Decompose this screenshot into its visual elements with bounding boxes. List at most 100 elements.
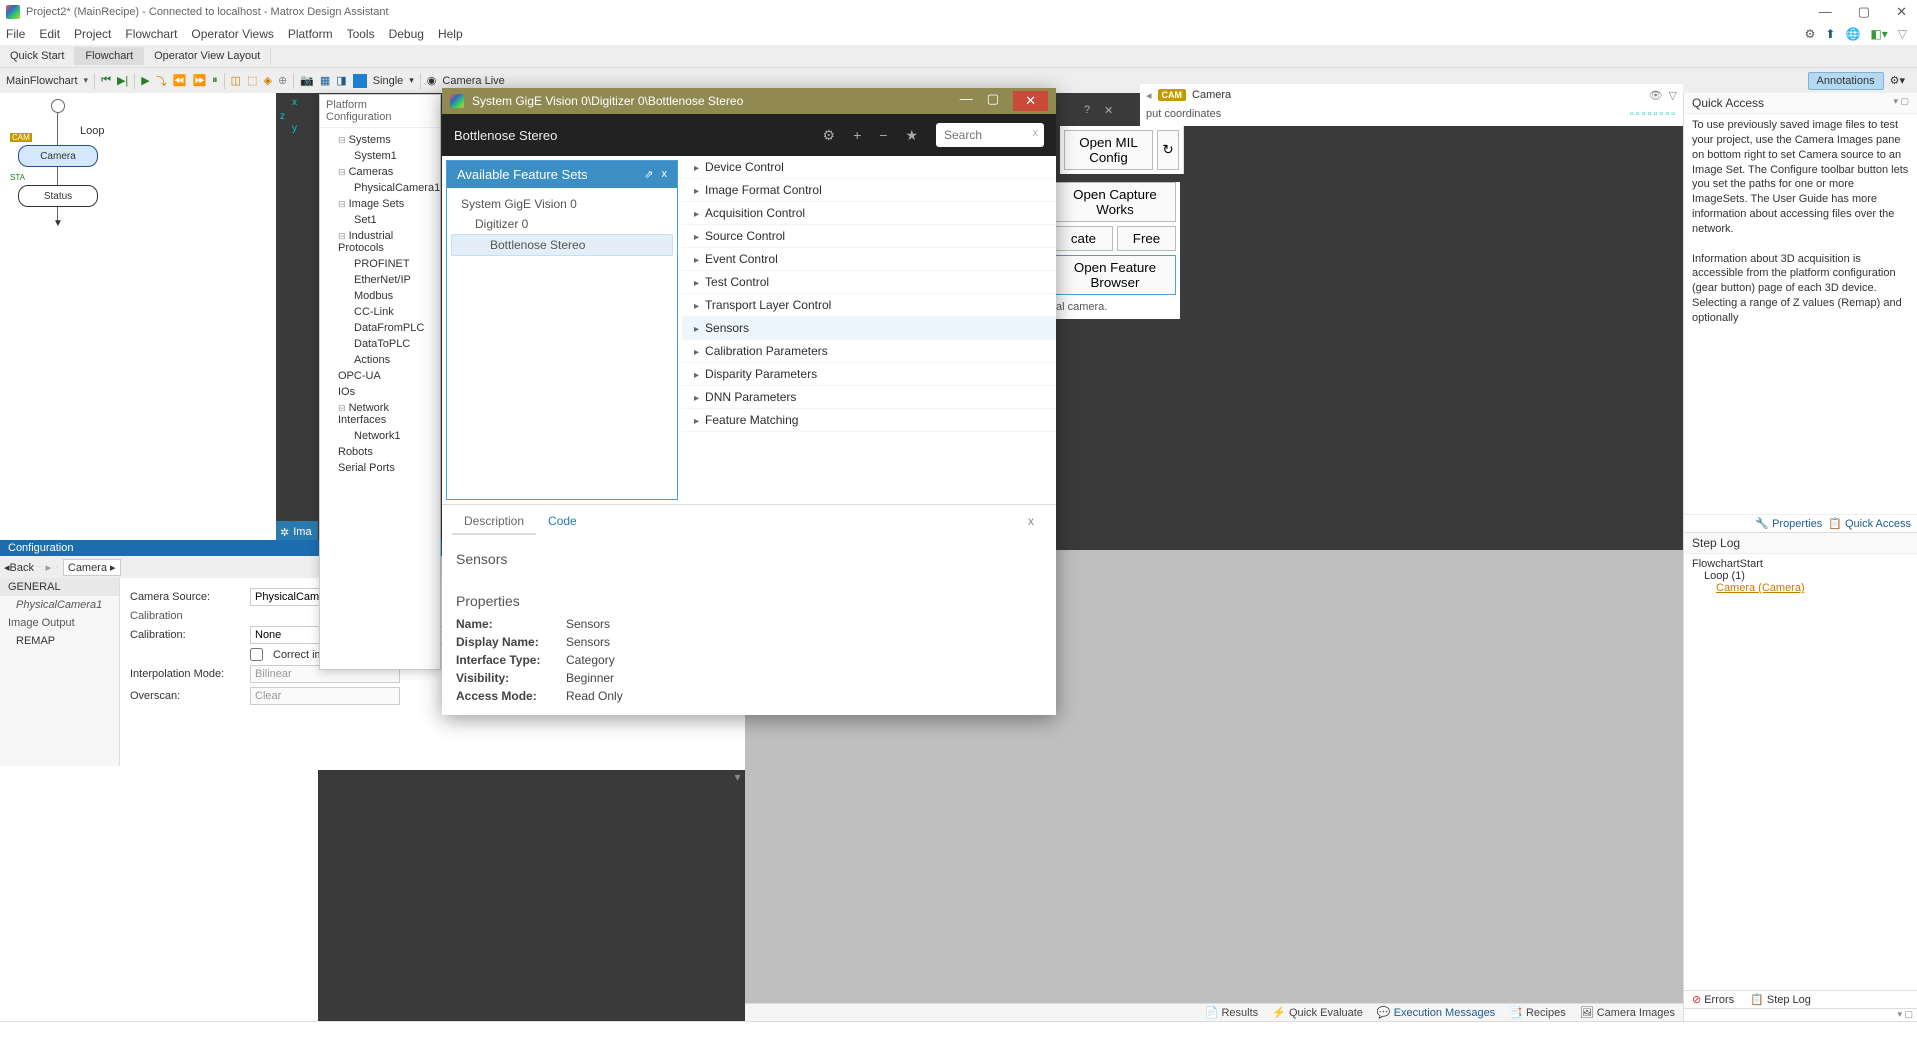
platform-node[interactable]: DataToPLC [322, 336, 438, 352]
feature-item[interactable]: Sensors [682, 317, 1056, 340]
afs-popout-icon[interactable]: ⇗ [644, 168, 653, 181]
globe-icon[interactable]: 🌐 [1845, 27, 1860, 41]
platform-node[interactable]: ⊟ Network Interfaces [322, 400, 438, 428]
platform-node[interactable]: PROFINET [322, 256, 438, 272]
nav-physical-camera[interactable]: PhysicalCamera1 [0, 596, 119, 614]
status-icon[interactable]: ◧▾ [1870, 27, 1887, 41]
menu-debug[interactable]: Debug [389, 27, 424, 41]
minus-icon[interactable]: − [879, 127, 887, 143]
open-mil-config-button[interactable]: Open MIL Config [1064, 130, 1153, 170]
feature-item[interactable]: Disparity Parameters [682, 363, 1056, 386]
tab-results[interactable]: 📄 Results [1205, 1006, 1258, 1019]
forward-button[interactable]: ▸ [46, 561, 52, 574]
feature-item[interactable]: Calibration Parameters [682, 340, 1056, 363]
platform-node[interactable]: DataFromPLC [322, 320, 438, 336]
menu-edit[interactable]: Edit [39, 27, 60, 41]
breadcrumb-camera[interactable]: Camera ▸ [63, 559, 121, 576]
platform-node[interactable]: Actions [322, 352, 438, 368]
blue-tool-1-icon[interactable]: ▦ [320, 74, 330, 87]
feature-item[interactable]: Device Control [682, 156, 1056, 179]
tab-operator-view-layout[interactable]: Operator View Layout [144, 47, 271, 65]
menu-file[interactable]: File [6, 27, 25, 41]
platform-node[interactable]: Set1 [322, 212, 438, 228]
tab-description[interactable]: Description [452, 509, 536, 535]
platform-node[interactable]: System1 [322, 148, 438, 164]
properties-link[interactable]: 🔧 Properties [1755, 517, 1822, 530]
filter-icon-2[interactable]: ▽ [1669, 89, 1677, 102]
dialog-minimize-button[interactable]: — [960, 91, 973, 111]
blue-tool-2-icon[interactable]: ◨ [336, 74, 346, 87]
annotations-button[interactable]: Annotations [1808, 72, 1884, 90]
tool-icon-1[interactable]: ◫ [231, 74, 241, 87]
pause-icon[interactable]: ⏸ [212, 74, 218, 87]
free-button[interactable]: Free [1117, 226, 1176, 251]
afs-digitizer[interactable]: Digitizer 0 [451, 214, 673, 234]
menu-platform[interactable]: Platform [288, 27, 333, 41]
window-minimize-button[interactable]: — [1815, 4, 1836, 20]
afs-root[interactable]: System GigE Vision 0 [451, 194, 673, 214]
tab-quick-start[interactable]: Quick Start [0, 47, 75, 65]
skip-back-icon[interactable]: ⏮ [101, 74, 111, 87]
platform-node[interactable]: Modbus [322, 288, 438, 304]
feature-search-input[interactable] [936, 123, 1044, 147]
platform-node[interactable]: Robots [322, 444, 438, 460]
window-maximize-button[interactable]: ▢ [1854, 4, 1874, 20]
gear-icon[interactable]: ⚙ [823, 127, 836, 144]
flowchart-status-node[interactable]: Status [18, 185, 98, 207]
nav-remap[interactable]: REMAP [0, 632, 119, 650]
blue-block-icon[interactable] [353, 74, 367, 88]
platform-node[interactable]: IOs [322, 384, 438, 400]
upload-icon[interactable]: ⬆ [1825, 27, 1835, 41]
feature-item[interactable]: Source Control [682, 225, 1056, 248]
dialog-maximize-button[interactable]: ▢ [987, 91, 999, 111]
platform-node[interactable]: CC-Link [322, 304, 438, 320]
star-icon[interactable]: ★ [905, 127, 918, 144]
menu-tools[interactable]: Tools [347, 27, 375, 41]
main-flowchart-dropdown[interactable]: MainFlowchart [6, 75, 78, 87]
mil-refresh-button[interactable]: ↻ [1157, 130, 1179, 170]
fast-forward-icon[interactable]: ⏩ [192, 74, 206, 87]
errors-tab[interactable]: ⊘Errors [1684, 991, 1742, 1008]
tab-close[interactable]: x [1016, 509, 1046, 535]
settings-dropdown-icon[interactable]: ⚙▾ [1890, 74, 1905, 87]
menu-operator-views[interactable]: Operator Views [191, 27, 273, 41]
feature-item[interactable]: Acquisition Control [682, 202, 1056, 225]
window-close-button[interactable]: ✕ [1892, 4, 1911, 20]
step-icon[interactable]: ⤵ [156, 73, 167, 89]
filter-icon[interactable]: ▽ [1898, 27, 1907, 41]
eye-icon[interactable]: 👁 [1649, 89, 1663, 102]
tab-camera-images[interactable]: 🖼 Camera Images [1580, 1006, 1675, 1019]
feature-item[interactable]: DNN Parameters [682, 386, 1056, 409]
platform-node[interactable]: Serial Ports [322, 460, 438, 476]
gear-icon[interactable]: ⚙ [1805, 27, 1816, 41]
tool-icon-4[interactable]: ⊕ [278, 74, 287, 87]
camera-close-icon[interactable]: ✕ [1104, 104, 1113, 117]
platform-node[interactable]: ⊟ Cameras [322, 164, 438, 180]
back-button[interactable]: ◂Back [4, 561, 34, 574]
step-log-flowstart[interactable]: FlowchartStart [1692, 558, 1909, 570]
platform-tree[interactable]: ⊟ SystemsSystem1⊟ CamerasPhysicalCamera1… [320, 128, 440, 480]
menu-project[interactable]: Project [74, 27, 111, 41]
camera-live-label[interactable]: Camera Live [442, 75, 504, 87]
plus-icon[interactable]: + [853, 127, 861, 143]
flowchart-camera-node[interactable]: Camera [18, 145, 98, 167]
camera-tool-icon[interactable]: 📷 [300, 74, 314, 87]
scroll-down-icon[interactable]: ▾ [730, 770, 745, 790]
tab-execution-messages[interactable]: 💬 Execution Messages [1377, 1006, 1495, 1019]
nav-image-output[interactable]: Image Output [0, 614, 119, 632]
play-icon[interactable]: ▶ [141, 74, 149, 87]
tab-code[interactable]: Code [536, 509, 589, 535]
afs-close-icon[interactable]: x [662, 168, 668, 181]
feature-item[interactable]: Transport Layer Control [682, 294, 1056, 317]
platform-node[interactable]: ⊟ Industrial Protocols [322, 228, 438, 256]
dialog-close-button[interactable]: ✕ [1013, 91, 1048, 111]
single-mode[interactable]: Single [373, 75, 404, 87]
allocate-button[interactable]: cate [1054, 226, 1113, 251]
platform-node[interactable]: ⊟ Image Sets [322, 196, 438, 212]
feature-item[interactable]: Feature Matching [682, 409, 1056, 432]
flowchart-start-node[interactable] [51, 99, 65, 113]
tool-icon-3[interactable]: ◈ [263, 74, 271, 87]
menu-help[interactable]: Help [438, 27, 463, 41]
open-feature-browser-button[interactable]: Open Feature Browser [1054, 255, 1176, 295]
menu-flowchart[interactable]: Flowchart [125, 27, 177, 41]
